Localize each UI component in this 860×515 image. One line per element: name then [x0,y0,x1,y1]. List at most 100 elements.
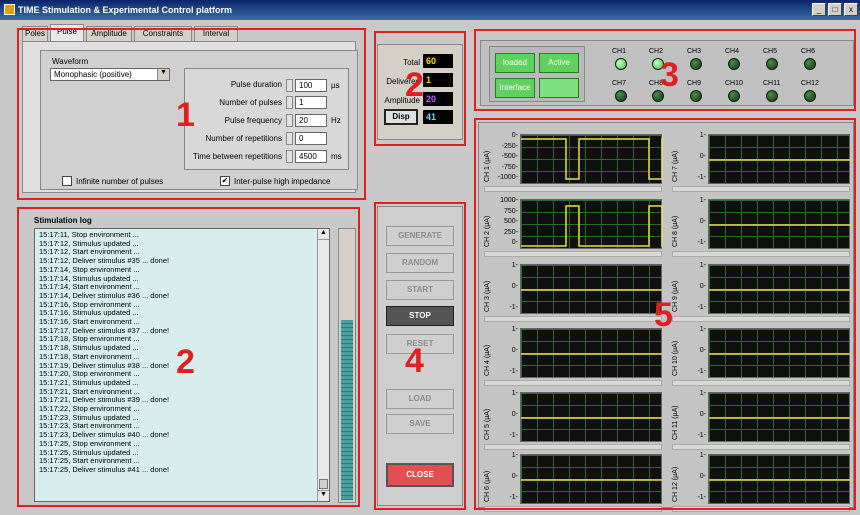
plot-tick-label: -1- [697,239,706,246]
plot-area[interactable] [520,392,663,442]
field-label: Number of pulses [219,98,282,107]
annotation-number-2a: 2 [405,66,424,104]
plot-trace-svg [709,479,851,481]
channel-label-7: CH7 [612,80,627,87]
load-button[interactable]: LOAD [386,389,454,409]
plot-area[interactable] [520,328,663,378]
progress-bar [338,228,356,503]
annotation-number-5: 5 [654,296,673,334]
plot-tick-label: 0- [699,347,706,354]
plot-tick-label: 750- [503,208,518,215]
minimize-button[interactable]: _ [812,3,826,16]
plot-scrollbar[interactable] [672,186,850,192]
tab-constraints[interactable]: Constraints [134,26,192,41]
field-unit: ms [331,152,342,161]
channel-label-6: CH6 [801,48,816,55]
field-unit: Hz [331,116,341,125]
scroll-down-icon[interactable]: ▼ [318,490,329,501]
spinner-arrows-icon[interactable] [286,79,293,92]
spinner-arrows-icon[interactable] [286,114,293,127]
infinite-pulses-checkbox[interactable] [62,176,72,186]
channel-label-10: CH10 [725,80,743,87]
inter-pulse-impedance-checkbox[interactable]: ✔ [220,176,230,186]
plot-tick-label: -1000- [497,174,518,181]
start-button[interactable]: START [386,280,454,300]
plot-area[interactable] [708,392,851,442]
plot-tick-label: 0- [511,473,518,480]
plot-tick-label: -1- [697,174,706,181]
pulse-duration-input[interactable]: 100 [295,79,327,92]
stop-button[interactable]: STOP [386,306,454,326]
scroll-thumb[interactable] [319,479,328,489]
maximize-button[interactable]: □ [828,3,842,16]
plot-area[interactable] [708,199,851,249]
plot-area[interactable] [708,328,851,378]
plot-scrollbar[interactable] [484,506,662,512]
log-line: 15:17:25, Deliver stimulus #41 ... done! [39,464,170,474]
plot-tick-label: 1- [511,262,518,269]
plot-scrollbar[interactable] [672,380,850,386]
plot-scrollbar[interactable] [484,444,662,450]
plot-trace-svg [521,138,663,180]
plot-scrollbar[interactable] [672,444,850,450]
plot-area[interactable] [520,454,663,504]
scroll-up-icon[interactable]: ▲ [318,229,329,240]
inter-pulse-impedance-label: Inter-pulse high impedance [234,177,331,186]
plot-tick-label: 1- [699,452,706,459]
tab-amplitude[interactable]: Amplitude [86,26,132,41]
number-of-repetitions-input[interactable]: 0 [295,132,327,145]
plot-area[interactable] [520,134,663,184]
waveform-select[interactable]: Monophasic (positive) [50,68,170,81]
close-button[interactable]: CLOSE [386,463,454,487]
channel-label-3: CH3 [687,48,702,55]
plot-area[interactable] [708,454,851,504]
tab-poles[interactable]: Poles [22,26,48,41]
plot-tick-label: 1- [699,262,706,269]
plot-tick-label: 0- [699,153,706,160]
channel-led-9 [690,90,702,102]
plot-tick-label: -1- [509,494,518,501]
number-of-pulses-input[interactable]: 1 [295,96,327,109]
plot-scrollbar[interactable] [484,251,662,257]
time-between-repetitions-input[interactable]: 4500 [295,150,327,163]
progress-fill [341,319,353,500]
disp-button[interactable]: Disp [384,109,418,125]
plot-tick-label: -1- [697,432,706,439]
plot-scrollbar[interactable] [484,316,662,322]
plot-area[interactable] [708,264,851,314]
spinner-arrows-icon[interactable] [286,96,293,109]
window-titlebar: TIME Stimulation & Experimental Control … [0,0,860,20]
plot-tick-label: -500- [501,153,518,160]
plot-axis-label: CH 8 (µA) [672,215,679,247]
random-button[interactable]: RANDOM [386,253,454,273]
plot-scrollbar[interactable] [484,186,662,192]
log-title: Stimulation log [34,216,92,225]
delivered-display: 1 [423,73,453,87]
plot-tick-label: 0- [511,239,518,246]
channel-led-7 [615,90,627,102]
plot-area[interactable] [520,264,663,314]
channel-label-11: CH11 [763,80,781,87]
log-scrollbar[interactable]: ▲ ▼ [317,229,329,501]
plot-area[interactable] [520,199,663,249]
plot-scrollbar[interactable] [672,316,850,322]
close-window-button[interactable]: x [844,3,858,16]
plot-scrollbar[interactable] [484,380,662,386]
save-button[interactable]: SAVE [386,414,454,434]
generate-button[interactable]: GENERATE [386,226,454,246]
plot-axis-label: CH 12 (µA) [672,466,679,502]
plot-axis-label: CH 5 (µA) [484,408,491,440]
chevron-down-icon[interactable]: ▼ [157,69,169,80]
plot-tick-label: 0- [511,283,518,290]
tab-interval[interactable]: Interval [194,26,238,41]
plot-scrollbar[interactable] [672,251,850,257]
annotation-number-1: 1 [176,96,195,134]
pulse-frequency-input[interactable]: 20 [295,114,327,127]
plot-area[interactable] [708,134,851,184]
spinner-arrows-icon[interactable] [286,132,293,145]
tab-pulse[interactable]: Pulse [50,24,84,42]
plot-trace-svg [521,353,663,355]
plot-scrollbar[interactable] [672,506,850,512]
spinner-arrows-icon[interactable] [286,150,293,163]
interface-indicator: Interface [495,78,535,98]
